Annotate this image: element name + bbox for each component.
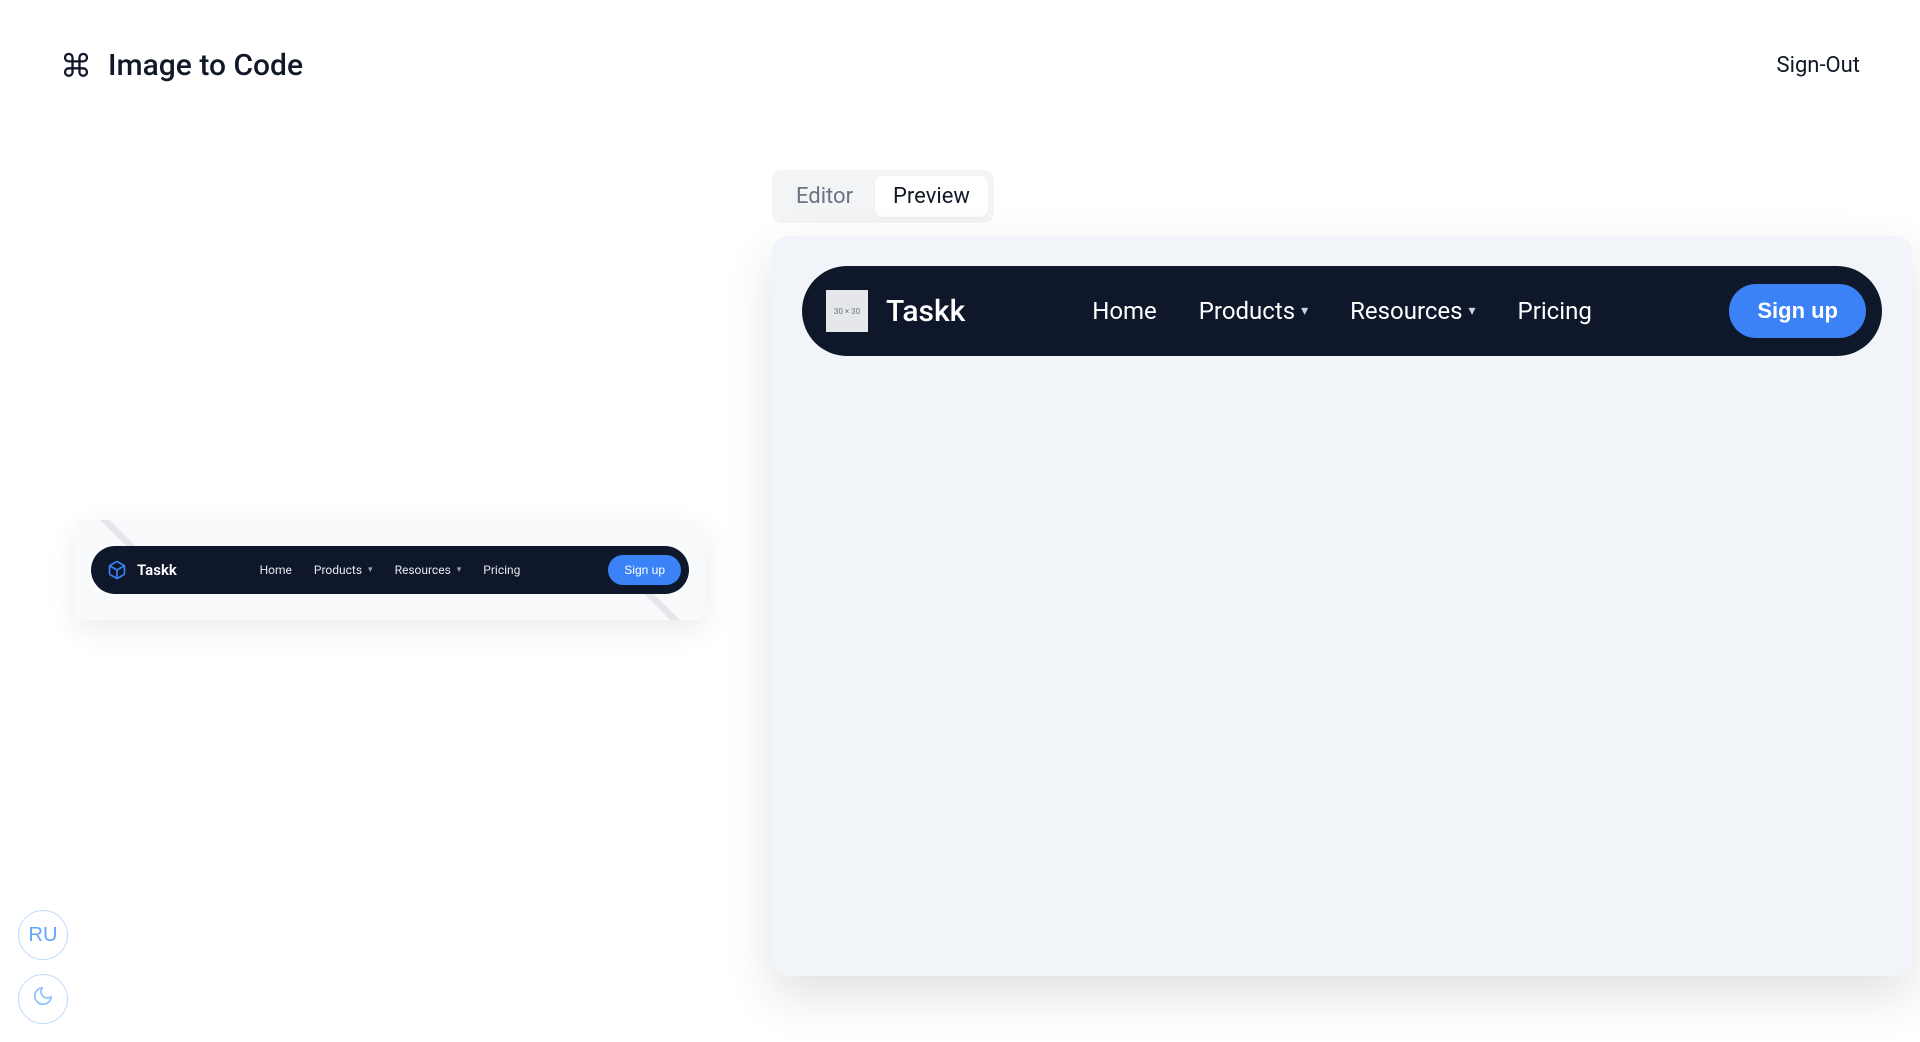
preview-nav-home[interactable]: Home [1092, 297, 1157, 325]
command-icon: ⌘ [60, 50, 92, 82]
tab-group: Editor Preview [772, 170, 994, 223]
preview-nav-products[interactable]: Products ▾ [1199, 297, 1308, 325]
preview-nav-products-label: Products [1199, 297, 1295, 325]
main-area: Editor Preview Taskk Home Products ▾ [0, 170, 1920, 1042]
thumbnail-nav-pricing-label: Pricing [483, 563, 520, 577]
chevron-down-icon: ▾ [368, 565, 373, 575]
preview-nav-pricing-label: Pricing [1518, 297, 1592, 325]
app-brand: ⌘ Image to Code [60, 48, 303, 83]
thumbnail-nav-resources[interactable]: Resources ▾ [395, 563, 462, 577]
thumbnail-nav-products-label: Products [314, 563, 362, 577]
thumbnail-nav-resources-label: Resources [395, 563, 451, 577]
thumbnail-signup-button[interactable]: Sign up [608, 555, 681, 585]
theme-toggle-button[interactable] [18, 974, 68, 1024]
language-toggle-button[interactable]: RU [18, 910, 68, 960]
tab-preview[interactable]: Preview [875, 176, 988, 217]
thumbnail-nav-home-label: Home [260, 563, 292, 577]
floating-controls: RU [18, 910, 68, 1024]
preview-signup-button[interactable]: Sign up [1729, 284, 1866, 338]
signout-link[interactable]: Sign-Out [1777, 53, 1860, 78]
preview-nav-home-label: Home [1092, 297, 1157, 325]
moon-icon [32, 985, 54, 1013]
cube-icon [107, 560, 127, 580]
app-header: ⌘ Image to Code Sign-Out [0, 0, 1920, 107]
chevron-down-icon: ▾ [457, 565, 462, 575]
logo-placeholder: 30 × 30 [826, 290, 868, 332]
chevron-down-icon: ▾ [1469, 303, 1476, 319]
thumbnail-nav: Home Products ▾ Resources ▾ Pricing [260, 563, 521, 577]
preview-nav: Home Products ▾ Resources ▾ Pricing [1092, 297, 1592, 325]
preview-brand-text: Taskk [886, 294, 965, 329]
source-thumbnail-panel: Taskk Home Products ▾ Resources ▾ Pricin… [75, 520, 705, 620]
preview-nav-resources-label: Resources [1350, 297, 1462, 325]
preview-navbar: 30 × 30 Taskk Home Products ▾ Resources … [802, 266, 1882, 356]
thumbnail-navbar: Taskk Home Products ▾ Resources ▾ Pricin… [91, 546, 689, 594]
preview-panel: 30 × 30 Taskk Home Products ▾ Resources … [772, 236, 1912, 976]
tab-editor[interactable]: Editor [778, 176, 871, 217]
thumbnail-nav-products[interactable]: Products ▾ [314, 563, 373, 577]
preview-nav-pricing[interactable]: Pricing [1518, 297, 1592, 325]
thumbnail-nav-pricing[interactable]: Pricing [483, 563, 520, 577]
app-title: Image to Code [108, 48, 303, 83]
language-badge-text: RU [29, 924, 58, 947]
thumbnail-brand-text: Taskk [137, 561, 177, 579]
preview-nav-resources[interactable]: Resources ▾ [1350, 297, 1475, 325]
thumbnail-nav-home[interactable]: Home [260, 563, 292, 577]
logo-placeholder-text: 30 × 30 [834, 307, 860, 316]
chevron-down-icon: ▾ [1301, 303, 1308, 319]
